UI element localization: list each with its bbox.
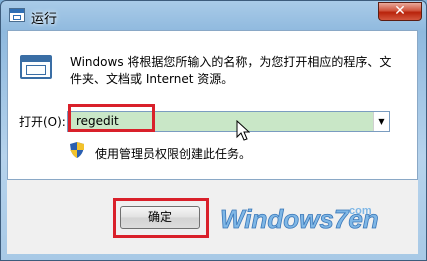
- close-button[interactable]: ✕: [378, 2, 422, 21]
- dropdown-arrow-icon[interactable]: ▼: [373, 112, 389, 131]
- mouse-cursor-icon: [236, 120, 250, 141]
- run-app-icon: [9, 8, 25, 22]
- shield-icon: [70, 142, 84, 158]
- run-dialog-icon: [20, 55, 52, 79]
- ok-highlight-box: [113, 198, 209, 238]
- window-title: 运行: [31, 12, 58, 27]
- dialog-description: Windows 将根据您所输入的名称，为您打开相应的程序、文件夹、文档或 Int…: [70, 55, 392, 86]
- watermark-logo: Windows7en .com: [220, 204, 379, 235]
- input-highlight-box: [68, 104, 155, 132]
- admin-note: 使用管理员权限创建此任务。: [95, 147, 252, 161]
- watermark-domain: .com: [346, 205, 372, 217]
- close-icon: ✕: [394, 3, 406, 19]
- title-bar[interactable]: 运行 ✕: [1, 1, 426, 31]
- open-label: 打开(O):: [19, 115, 66, 129]
